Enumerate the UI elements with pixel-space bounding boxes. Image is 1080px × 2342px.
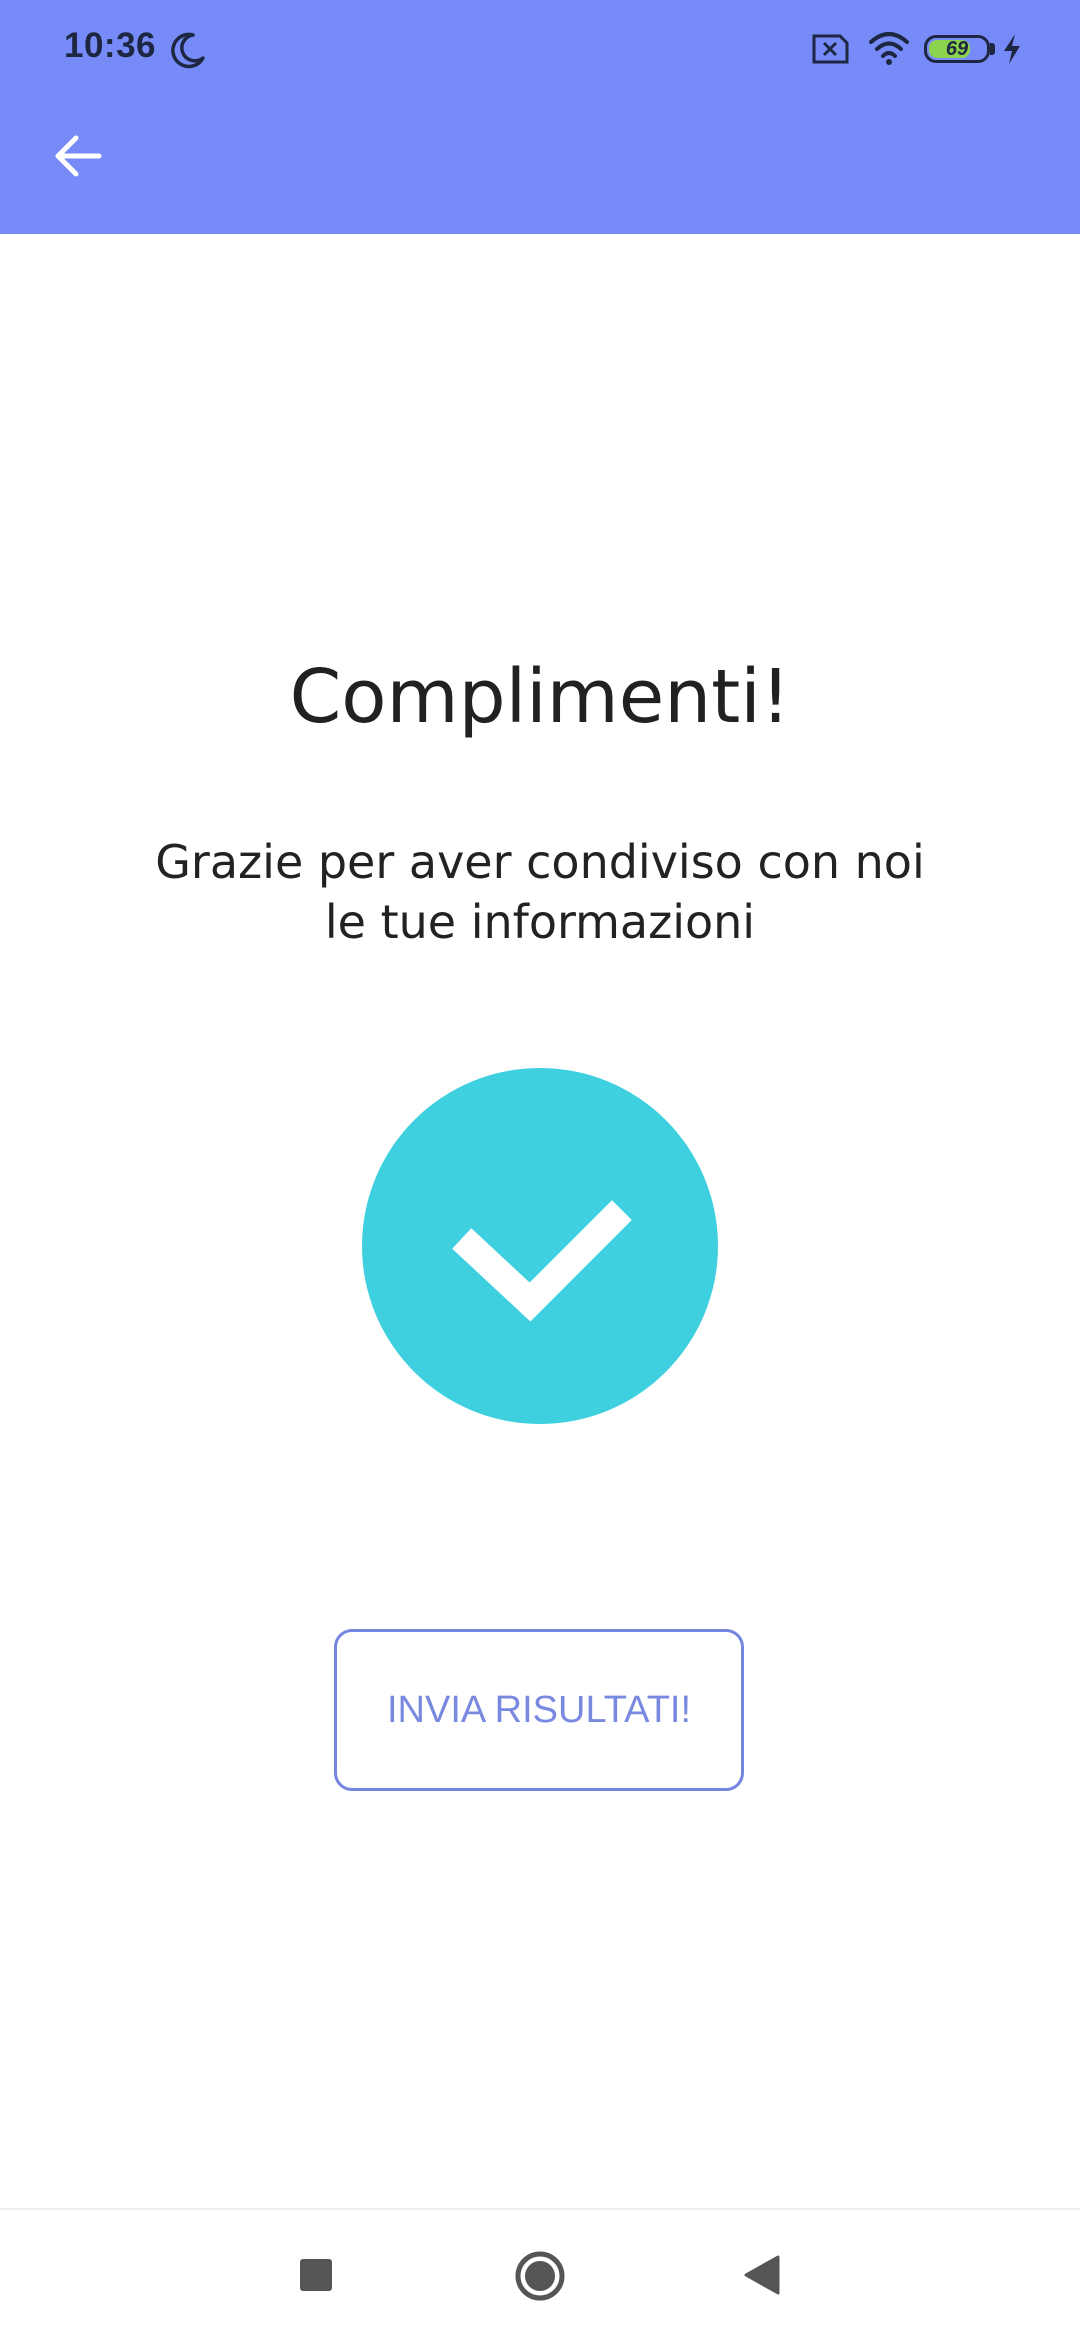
sim-blocked-icon [812, 34, 849, 64]
recents-square-icon[interactable] [300, 2259, 332, 2291]
status-time: 10:36 [64, 26, 157, 65]
checkmark-icon [452, 1200, 632, 1322]
home-circle-icon[interactable] [514, 2250, 566, 2302]
thank-you-line-1: Grazie per aver condiviso con noi [155, 835, 925, 889]
wifi-icon [869, 32, 909, 65]
check-circle-icon [362, 1068, 718, 1424]
thank-you-message: Grazie per aver condiviso con noi le tue… [140, 832, 940, 952]
page-title: Complimenti! [289, 654, 791, 740]
battery-level-text: 69 [945, 38, 969, 60]
battery-tip [990, 43, 995, 55]
send-results-button[interactable]: INVIA RISULTATI! [334, 1629, 744, 1791]
back-triangle-icon[interactable] [742, 2254, 782, 2296]
battery-icon: 69 [924, 35, 990, 63]
app-bar: 10:36 69 [0, 0, 1080, 234]
arrow-left-icon [55, 135, 102, 177]
system-nav-bar [0, 2208, 1080, 2342]
charging-bolt-icon [1004, 34, 1020, 64]
back-button[interactable] [40, 118, 116, 194]
moon-icon [171, 32, 205, 69]
thank-you-line-2: le tue informazioni [324, 895, 756, 949]
